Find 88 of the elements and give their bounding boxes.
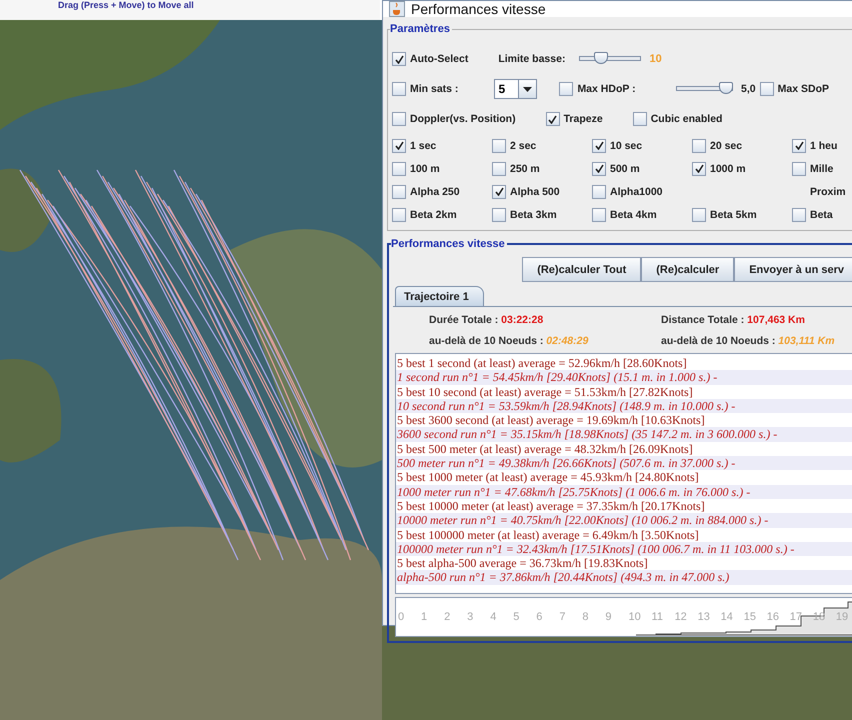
checkbox[interactable] (592, 208, 606, 222)
checkbox-label: Alpha1000 (610, 186, 663, 198)
axis-label: 3 (467, 611, 474, 623)
action-button[interactable]: (Re)calculer Tout (522, 257, 642, 282)
caret-icon (523, 86, 532, 92)
checkbox[interactable] (592, 184, 606, 198)
checkbox[interactable] (392, 52, 406, 66)
checkbox[interactable] (692, 208, 706, 222)
slider-thumb[interactable] (594, 52, 608, 64)
field-label: 5,0 (741, 83, 756, 95)
axis-label: 1 (421, 611, 428, 623)
checkbox[interactable] (559, 82, 574, 96)
axis-label: 10 (628, 611, 642, 623)
dropdown[interactable]: 5 (494, 79, 538, 99)
checkbox[interactable] (392, 138, 406, 152)
checkbox-label: 500 m (610, 162, 640, 174)
slider-thumb[interactable] (719, 82, 734, 94)
checkbox-label: 100 m (410, 162, 440, 174)
coffee-cup-icon (389, 1, 405, 17)
field-label: Limite basse: (498, 53, 566, 65)
checkbox-label: Cubic enabled (650, 113, 722, 125)
axis-label: 9 (605, 611, 613, 623)
checkbox[interactable] (392, 112, 406, 126)
checkbox-label: Auto-Select (410, 53, 468, 65)
axis-label: 19 (836, 611, 850, 623)
checkbox[interactable] (546, 112, 560, 126)
window-title: Performances vitesse (411, 1, 546, 17)
checkbox[interactable] (592, 138, 606, 152)
checkbox[interactable] (392, 208, 406, 222)
hint-text: Drag (Press + Move) to Move all (58, 0, 194, 11)
axis-label: 5 (513, 611, 520, 623)
axis-label: 8 (582, 611, 590, 623)
axis-label: 14 (720, 611, 734, 623)
tab[interactable]: Trajectoire 1 (395, 286, 484, 306)
axis-label: 2 (444, 611, 452, 623)
checkbox-label: 10 sec (610, 140, 642, 152)
axis-label: 17 (790, 611, 804, 623)
field-label: Proxim (809, 186, 847, 198)
checkbox[interactable] (392, 184, 406, 198)
checkbox[interactable] (392, 82, 406, 96)
checkbox[interactable] (392, 162, 406, 176)
axis-label: 16 (766, 611, 780, 623)
checkbox-label: Min sats : (410, 83, 458, 95)
checkbox-label: 1000 m (710, 162, 746, 174)
checkbox[interactable] (492, 184, 506, 198)
axis-label: 7 (559, 611, 566, 623)
checkbox-label: Beta 2km (410, 208, 457, 220)
action-button[interactable]: Envoyer à un serv (734, 257, 852, 282)
slider-value: 10 (649, 53, 662, 65)
checkbox-label: 1 sec (410, 140, 436, 152)
stat-text: au-delà de 10 Noeuds : 02:48:29 (429, 335, 590, 347)
checkbox[interactable] (692, 162, 706, 176)
checkbox[interactable] (792, 208, 806, 222)
axis-label: 4 (490, 611, 498, 623)
checkbox-label: Beta 5km (710, 208, 757, 220)
checkbox-label: 1 heu (810, 140, 838, 152)
stat-text: Durée Totale : 03:22:28 (429, 314, 544, 326)
checkbox-label: Max SDoP (778, 83, 829, 95)
checkbox[interactable] (592, 162, 606, 176)
axis-label: 15 (744, 611, 757, 623)
checkbox-label: Beta 4km (610, 208, 657, 220)
axis-label: 0 (398, 611, 406, 623)
axis-label: 13 (698, 611, 711, 623)
stat-text: au-delà de 10 Noeuds : 103,111 Km (661, 335, 836, 347)
checkbox-label: Mille (810, 162, 834, 174)
checkbox[interactable] (492, 162, 506, 176)
stat-text: Distance Totale : 107,463 Km (661, 314, 806, 326)
checkbox-label: Max HDoP : (577, 83, 636, 95)
checkbox[interactable] (760, 82, 774, 96)
action-button[interactable]: (Re)calculer (641, 257, 734, 282)
checkbox[interactable] (792, 162, 806, 176)
checkbox[interactable] (492, 138, 506, 152)
axis-label: 12 (674, 611, 688, 623)
checkbox-label: Doppler(vs. Position) (410, 113, 516, 125)
checkbox[interactable] (792, 138, 806, 152)
checkbox-label: 2 sec (510, 140, 536, 152)
checkbox[interactable] (492, 208, 506, 222)
checkbox-label: 20 sec (710, 140, 742, 152)
axis-label: 6 (536, 611, 544, 623)
checkbox-label: 250 m (510, 162, 540, 174)
axis-label: 11 (652, 611, 664, 623)
checkbox-label: Alpha 500 (510, 186, 560, 198)
checkbox-label: Trapeze (564, 113, 603, 125)
checkbox-label: Beta (810, 208, 833, 220)
checkbox[interactable] (632, 112, 647, 126)
checkbox-label: Alpha 250 (410, 186, 460, 198)
checkbox[interactable] (692, 138, 706, 152)
checkbox-label: Beta 3km (510, 208, 557, 220)
